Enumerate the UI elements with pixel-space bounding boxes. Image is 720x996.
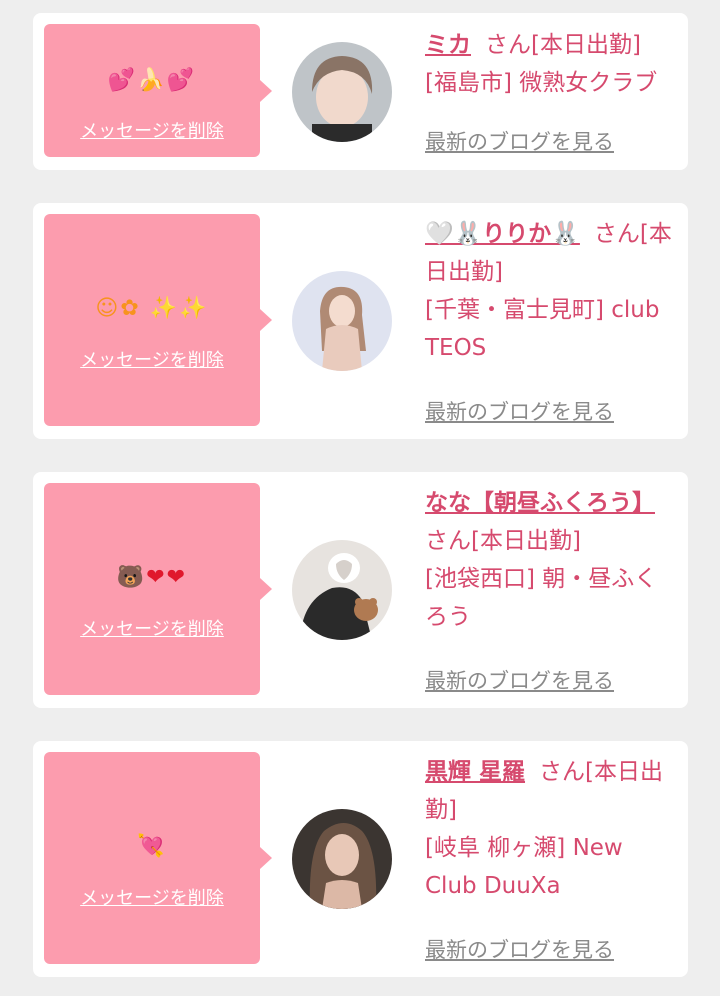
profile-name-link[interactable]: ミカ (425, 32, 471, 58)
card-info: ミカ さん[本日出勤] [福島市] 微熟女クラブ (425, 26, 675, 102)
delete-message-link[interactable]: メッセージを削除 (44, 117, 260, 143)
message-emojis: ☺✿ ✨✨ (95, 296, 209, 321)
message-emojis: 💘 (137, 834, 167, 859)
message-card: 💘 メッセージを削除 黒輝 星羅 さん[本日出勤] [岐阜 柳ヶ瀬] New Cl… (33, 741, 688, 977)
message-card: 💕🍌💕 メッセージを削除 ミカ さん[本日出勤] [福島市] 微熟女クラブ 最新の… (33, 13, 688, 170)
latest-blog-link[interactable]: 最新のブログを見る (425, 934, 614, 964)
message-bubble: 🐻❤❤ メッセージを削除 (44, 483, 272, 695)
avatar[interactable] (292, 271, 392, 371)
delete-message-link[interactable]: メッセージを削除 (44, 346, 260, 372)
profile-name-link[interactable]: 🤍🐰りりか🐰 (425, 221, 580, 247)
latest-blog-link[interactable]: 最新のブログを見る (425, 396, 614, 426)
message-emojis: 💕🍌💕 (107, 68, 197, 93)
card-info: 🤍🐰りりか🐰 さん[本日出勤] [千葉・富士見町] club TEOS (425, 215, 675, 367)
avatar[interactable] (292, 42, 392, 142)
profile-name-link[interactable]: 黒輝 星羅 (425, 759, 525, 785)
avatar[interactable] (292, 540, 392, 640)
store-location: [千葉・富士見町] club TEOS (425, 297, 660, 361)
avatar[interactable] (292, 809, 392, 909)
store-location: [池袋西口] 朝・昼ふくろう (425, 566, 658, 630)
card-info: なな【朝昼ふくろう】さん[本日出勤] [池袋西口] 朝・昼ふくろう (425, 484, 675, 636)
message-card: 🐻❤❤ メッセージを削除 なな【朝昼ふくろう】さん[本日出勤] [池袋西口] 朝… (33, 472, 688, 708)
profile-name-link[interactable]: なな【朝昼ふくろう】 (425, 490, 655, 516)
store-location: [福島市] 微熟女クラブ (425, 70, 658, 96)
message-bubble: 💕🍌💕 メッセージを削除 (44, 24, 272, 157)
latest-blog-link[interactable]: 最新のブログを見る (425, 665, 614, 695)
delete-message-link[interactable]: メッセージを削除 (44, 884, 260, 910)
work-status: さん[本日出勤] (425, 528, 581, 554)
delete-message-link[interactable]: メッセージを削除 (44, 615, 260, 641)
message-card: ☺✿ ✨✨ メッセージを削除 🤍🐰りりか🐰 さん[本日出勤] [千葉・富士見町] … (33, 203, 688, 439)
work-status: さん[本日出勤] (485, 32, 641, 58)
message-bubble: 💘 メッセージを削除 (44, 752, 272, 964)
store-location: [岐阜 柳ヶ瀬] New Club DuuXa (425, 835, 623, 899)
message-bubble: ☺✿ ✨✨ メッセージを削除 (44, 214, 272, 426)
message-emojis: 🐻❤❤ (116, 565, 188, 590)
latest-blog-link[interactable]: 最新のブログを見る (425, 126, 614, 156)
card-info: 黒輝 星羅 さん[本日出勤] [岐阜 柳ヶ瀬] New Club DuuXa (425, 753, 675, 905)
